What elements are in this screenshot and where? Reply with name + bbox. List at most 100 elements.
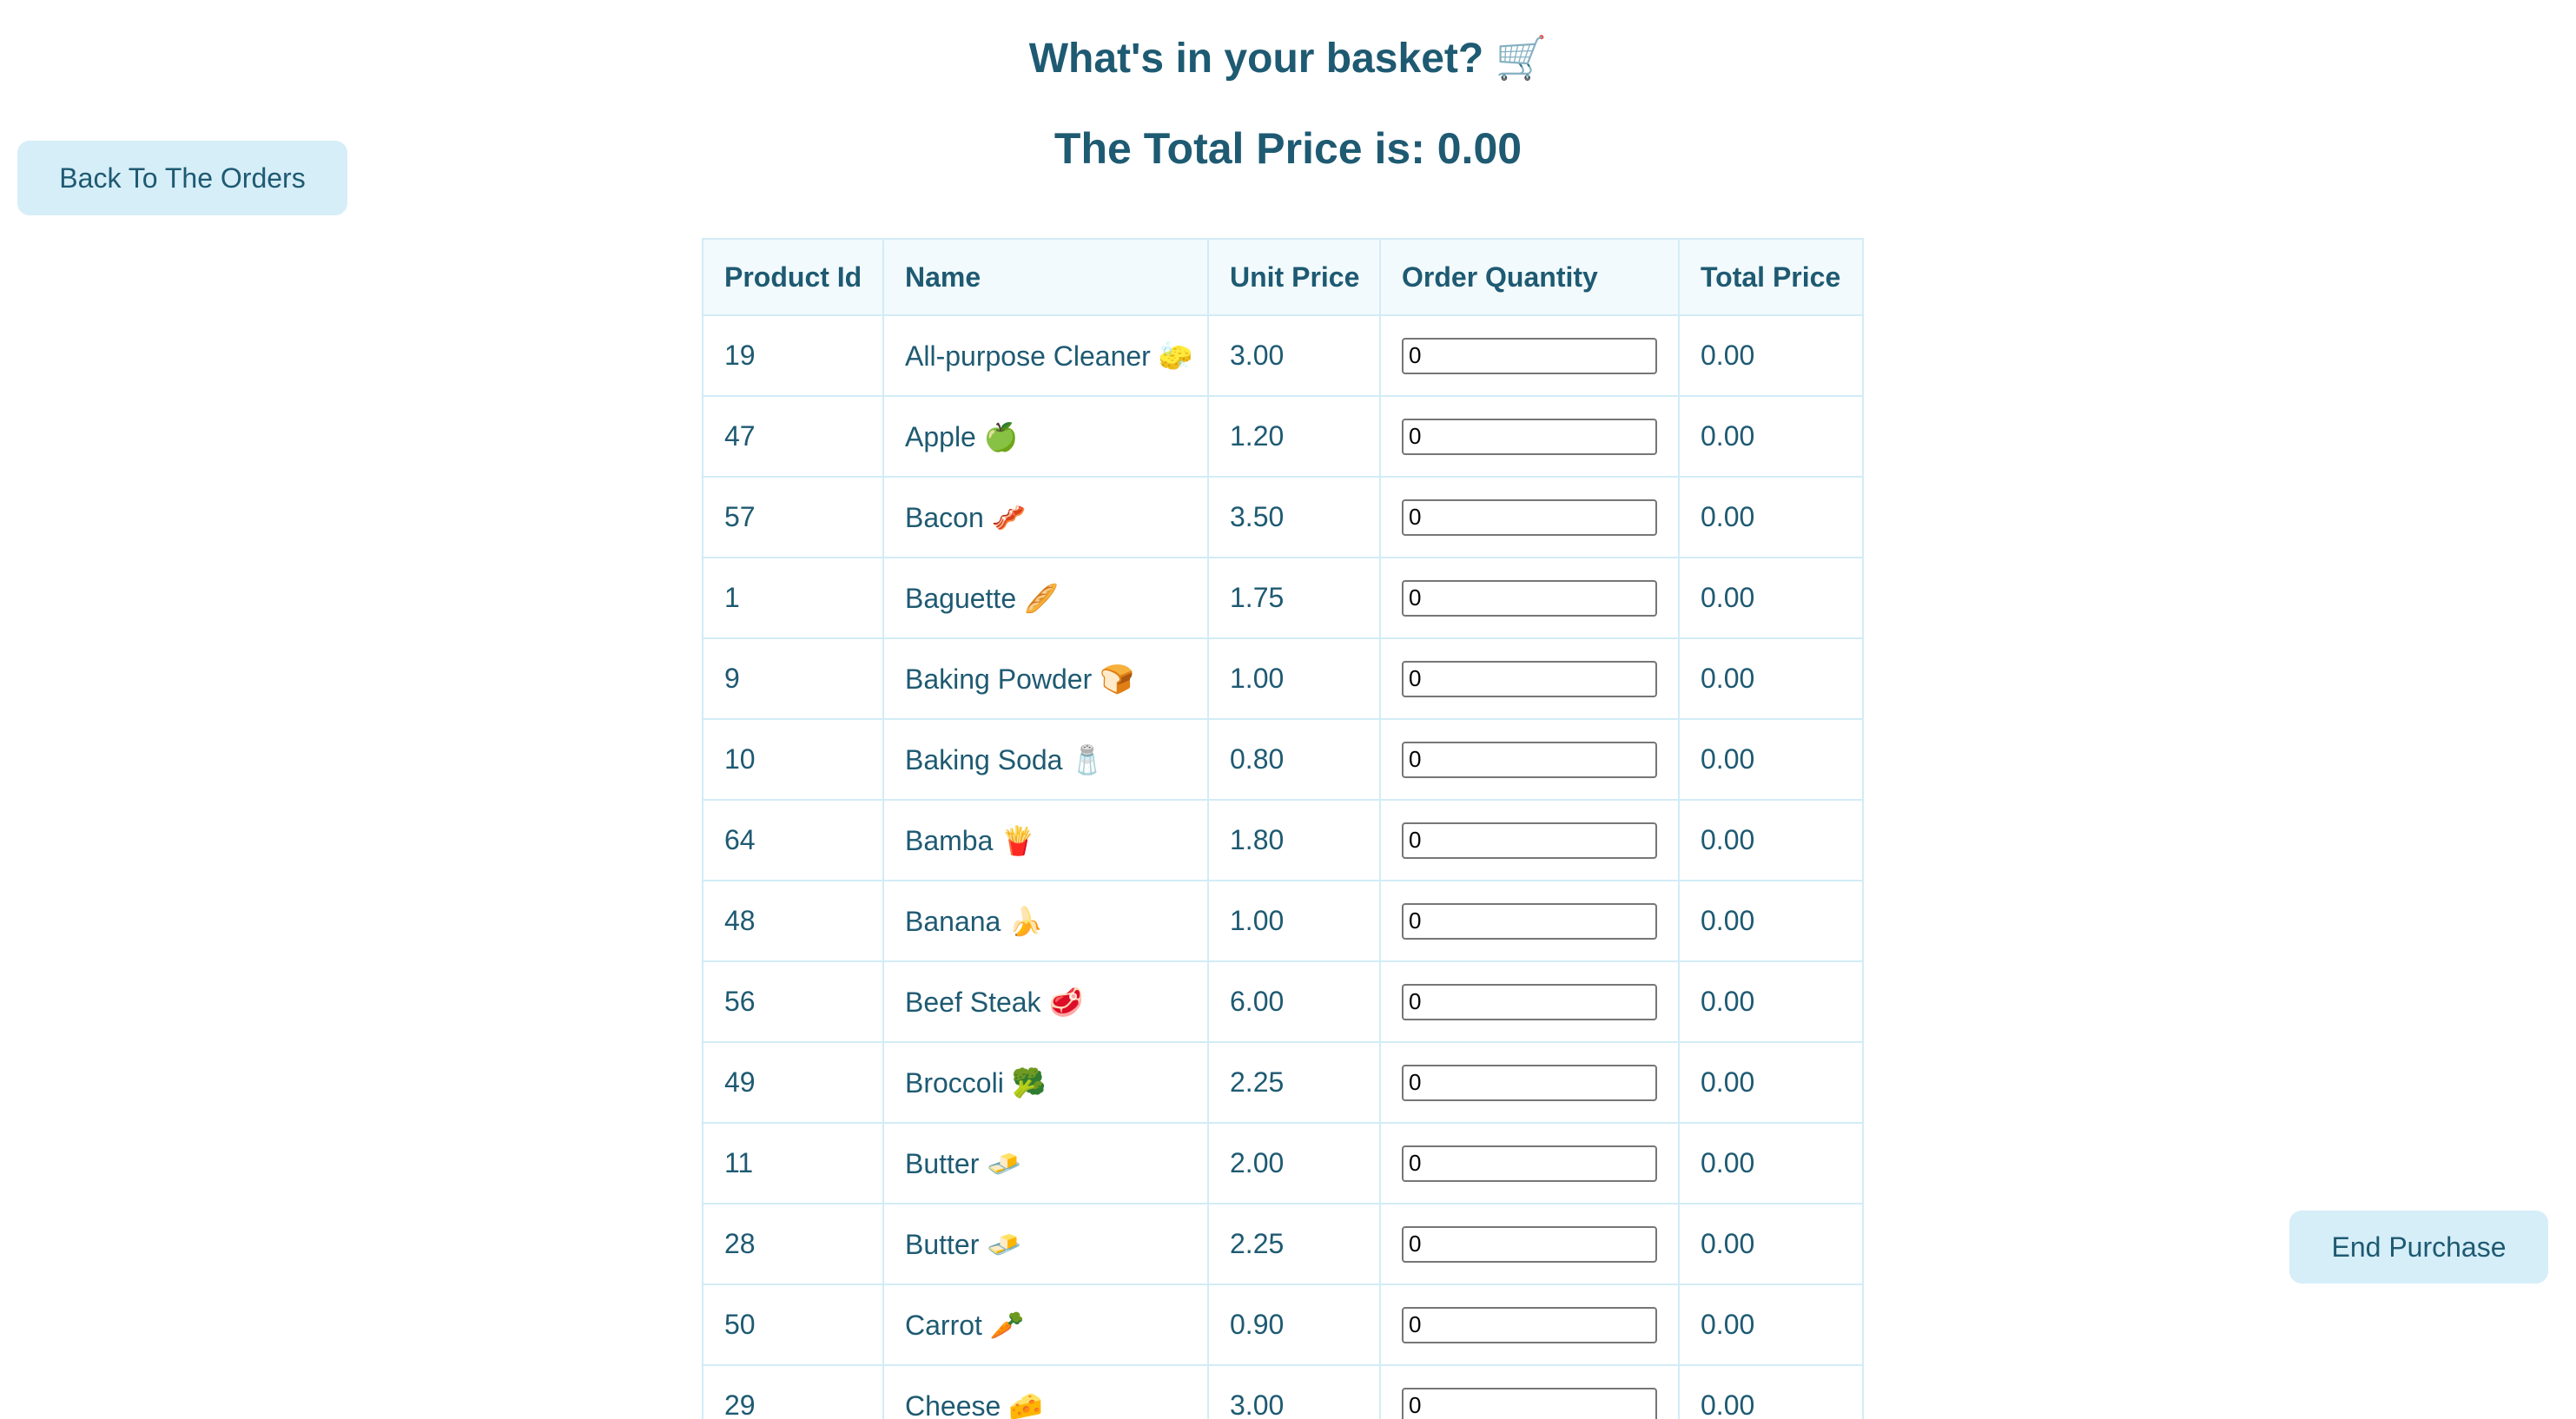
product-name-cell: Baking Soda 🧂 <box>882 718 1209 801</box>
end-purchase-button[interactable]: End Purchase <box>2289 1211 2548 1284</box>
unit-price-cell: 0.80 <box>1207 718 1381 801</box>
table-row: 64Bamba 🍟1.80 0.00 <box>702 799 1864 881</box>
product-id-cell: 10 <box>702 718 884 801</box>
basket-page: What's in your basket? 🛒 The Total Price… <box>0 0 2576 1419</box>
product-name-cell: Apple 🍏 <box>882 395 1209 478</box>
column-header-unit-price: Unit Price <box>1207 238 1381 316</box>
quantity-input[interactable] <box>1402 822 1657 859</box>
product-name-cell: Butter 🧈 <box>882 1203 1209 1285</box>
table-row: 1Baguette 🥖1.75 0.00 <box>702 557 1864 639</box>
order-quantity-cell <box>1379 637 1680 720</box>
total-price-cell: 0.00 <box>1678 314 1864 397</box>
unit-price-cell: 2.25 <box>1207 1041 1381 1124</box>
product-id-cell: 11 <box>702 1122 884 1204</box>
product-name-cell: Bamba 🍟 <box>882 799 1209 881</box>
quantity-input[interactable] <box>1402 1306 1657 1343</box>
column-header-product-id: Product Id <box>702 238 884 316</box>
quantity-input[interactable] <box>1402 1064 1657 1101</box>
product-name-cell: Butter 🧈 <box>882 1122 1209 1204</box>
total-price-cell: 0.00 <box>1678 960 1864 1043</box>
product-id-cell: 48 <box>702 880 884 962</box>
quantity-input[interactable] <box>1402 579 1657 617</box>
unit-price-cell: 0.90 <box>1207 1284 1381 1366</box>
product-id-cell: 50 <box>702 1284 884 1366</box>
order-quantity-cell <box>1379 799 1680 881</box>
product-id-cell: 49 <box>702 1041 884 1124</box>
unit-price-cell: 1.20 <box>1207 395 1381 478</box>
unit-price-cell: 3.00 <box>1207 1364 1381 1419</box>
quantity-input[interactable] <box>1402 660 1657 697</box>
product-id-cell: 9 <box>702 637 884 720</box>
order-quantity-cell <box>1379 960 1680 1043</box>
total-price-cell: 0.00 <box>1678 1364 1864 1419</box>
product-name-cell: Carrot 🥕 <box>882 1284 1209 1366</box>
unit-price-cell: 6.00 <box>1207 960 1381 1043</box>
quantity-input[interactable] <box>1402 1387 1657 1419</box>
order-quantity-cell <box>1379 718 1680 801</box>
table-row: 19All-purpose Cleaner 🧽3.00 0.00 <box>702 314 1864 397</box>
product-name-cell: Broccoli 🥦 <box>882 1041 1209 1124</box>
product-name-cell: Banana 🍌 <box>882 880 1209 962</box>
total-price-cell: 0.00 <box>1678 718 1864 801</box>
total-price-cell: 0.00 <box>1678 637 1864 720</box>
quantity-input[interactable] <box>1402 1145 1657 1182</box>
column-header-total-price: Total Price <box>1678 238 1864 316</box>
basket-table: Product Id Name Unit Price Order Quantit… <box>702 238 1864 1419</box>
product-id-cell: 47 <box>702 395 884 478</box>
table-row: 9Baking Powder 🍞1.00 0.00 <box>702 637 1864 720</box>
table-row: 48Banana 🍌1.00 0.00 <box>702 880 1864 962</box>
order-quantity-cell <box>1379 476 1680 558</box>
quantity-input[interactable] <box>1402 418 1657 455</box>
product-name-cell: All-purpose Cleaner 🧽 <box>882 314 1209 397</box>
table-row: 10Baking Soda 🧂0.80 0.00 <box>702 718 1864 801</box>
total-price-cell: 0.00 <box>1678 1203 1864 1285</box>
table-row: 47Apple 🍏1.20 0.00 <box>702 395 1864 478</box>
order-quantity-cell <box>1379 395 1680 478</box>
quantity-input[interactable] <box>1402 983 1657 1020</box>
total-price-heading: The Total Price is: 0.00 <box>1054 124 1522 173</box>
order-quantity-cell <box>1379 1203 1680 1285</box>
quantity-input[interactable] <box>1402 902 1657 940</box>
column-header-order-quantity: Order Quantity <box>1379 238 1680 316</box>
table-row: 56Beef Steak 🥩6.00 0.00 <box>702 960 1864 1043</box>
total-price-cell: 0.00 <box>1678 476 1864 558</box>
order-quantity-cell <box>1379 557 1680 639</box>
column-header-name: Name <box>882 238 1209 316</box>
order-quantity-cell <box>1379 314 1680 397</box>
table-row: 49Broccoli 🥦2.25 0.00 <box>702 1041 1864 1124</box>
product-name-cell: Bacon 🥓 <box>882 476 1209 558</box>
quantity-input[interactable] <box>1402 337 1657 374</box>
order-quantity-cell <box>1379 1041 1680 1124</box>
quantity-input[interactable] <box>1402 498 1657 536</box>
unit-price-cell: 3.50 <box>1207 476 1381 558</box>
total-price-cell: 0.00 <box>1678 799 1864 881</box>
product-id-cell: 28 <box>702 1203 884 1285</box>
order-quantity-cell <box>1379 1364 1680 1419</box>
table-row: 11Butter 🧈2.00 0.00 <box>702 1122 1864 1204</box>
table-header-row: Product Id Name Unit Price Order Quantit… <box>702 238 1864 316</box>
product-id-cell: 64 <box>702 799 884 881</box>
total-price-cell: 0.00 <box>1678 1041 1864 1124</box>
page-title: What's in your basket? 🛒 <box>1028 36 1548 82</box>
total-price-cell: 0.00 <box>1678 1122 1864 1204</box>
unit-price-cell: 2.00 <box>1207 1122 1381 1204</box>
unit-price-cell: 1.00 <box>1207 637 1381 720</box>
product-id-cell: 29 <box>702 1364 884 1419</box>
quantity-input[interactable] <box>1402 1225 1657 1263</box>
order-quantity-cell <box>1379 880 1680 962</box>
total-price-cell: 0.00 <box>1678 1284 1864 1366</box>
unit-price-cell: 1.80 <box>1207 799 1381 881</box>
total-price-cell: 0.00 <box>1678 557 1864 639</box>
table-row: 57Bacon 🥓3.50 0.00 <box>702 476 1864 558</box>
product-name-cell: Baking Powder 🍞 <box>882 637 1209 720</box>
total-price-cell: 0.00 <box>1678 880 1864 962</box>
product-name-cell: Baguette 🥖 <box>882 557 1209 639</box>
product-name-cell: Beef Steak 🥩 <box>882 960 1209 1043</box>
unit-price-cell: 1.00 <box>1207 880 1381 962</box>
table-row: 50Carrot 🥕0.90 0.00 <box>702 1284 1864 1366</box>
quantity-input[interactable] <box>1402 741 1657 778</box>
product-id-cell: 56 <box>702 960 884 1043</box>
back-to-orders-button[interactable]: Back To The Orders <box>17 141 347 215</box>
unit-price-cell: 3.00 <box>1207 314 1381 397</box>
product-id-cell: 57 <box>702 476 884 558</box>
